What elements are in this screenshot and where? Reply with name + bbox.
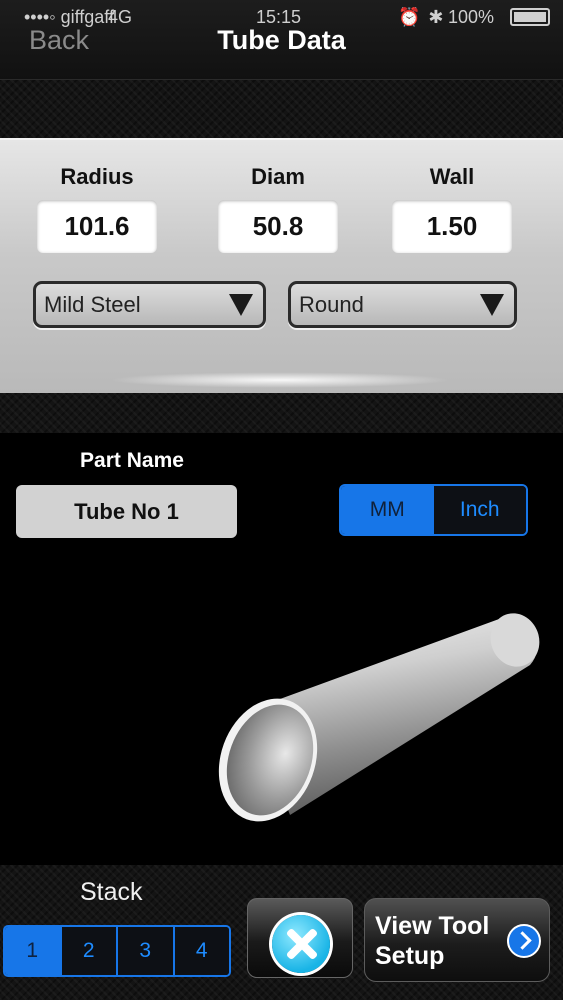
close-icon [272,915,330,973]
diam-label: Diam [251,164,305,189]
dimensions-panel: Radius 101.6 Diam 50.8 Wall 1.50 Mild St… [0,138,563,393]
diam-field[interactable]: 50.8 [218,200,338,253]
wall-field[interactable]: 1.50 [392,200,512,253]
dropdown-arrow-icon [480,294,504,316]
stack-label: Stack [80,878,143,906]
shape-select[interactable]: Round [288,281,517,328]
panel-highlight [110,372,450,388]
radius-field[interactable]: 101.6 [37,200,157,253]
status-bar: ••••◦ giffgaff 4G 15:15 ⏰✱ 100% [0,0,563,30]
wall-label: Wall [429,164,475,189]
stack-option-4[interactable]: 4 [174,927,229,975]
part-name-field[interactable]: Tube No 1 [16,485,237,538]
stack-selector: 1 2 3 4 [3,925,231,977]
stack-option-1[interactable]: 1 [5,927,62,975]
part-name-label: Part Name [80,449,184,472]
battery-percent: 100% [448,7,495,27]
clock: 15:15 [256,7,302,27]
clear-button[interactable] [247,898,353,978]
carrier-label: ••••◦ giffgaff [24,7,114,27]
chevron-right-icon [507,924,541,958]
view-tool-setup-button[interactable]: View Tool Setup [364,898,550,982]
divider-strip [0,393,563,433]
battery-icon [510,8,550,26]
stack-option-2[interactable]: 2 [61,927,118,975]
header-strip [0,80,563,138]
shape-select-value: Round [299,292,364,317]
units-toggle: MM Inch [339,484,528,536]
alarm-bluetooth-icon: ⏰✱ [398,7,452,27]
stack-option-3[interactable]: 3 [118,927,175,975]
unit-mm-option[interactable]: MM [341,486,434,534]
unit-inch-option[interactable]: Inch [433,486,526,534]
view-tool-setup-label: View Tool Setup [375,912,490,970]
tube-illustration [218,613,540,822]
dropdown-arrow-icon [229,294,253,316]
network-label: 4G [108,7,133,27]
radius-label: Radius [60,164,134,189]
material-select[interactable]: Mild Steel [33,281,266,328]
material-select-value: Mild Steel [44,292,141,317]
